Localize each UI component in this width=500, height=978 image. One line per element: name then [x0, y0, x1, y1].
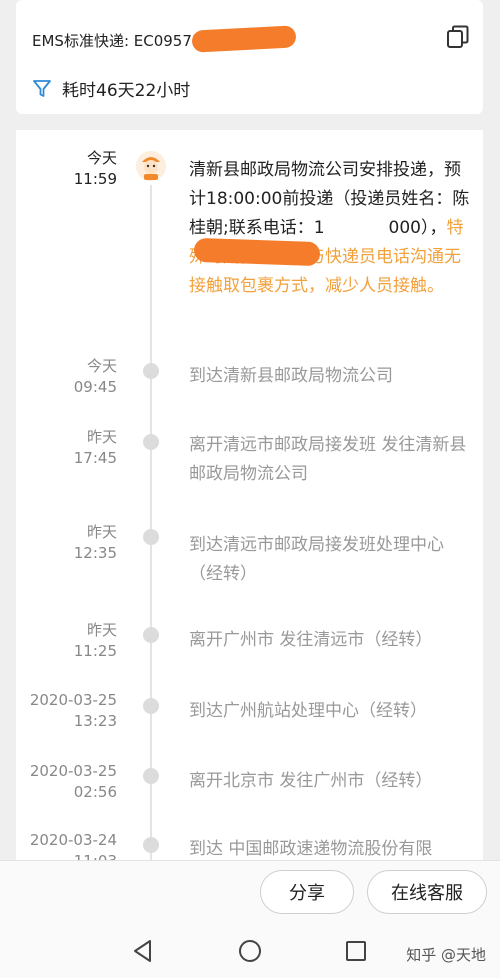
event-date: 昨天 11:25 — [73, 621, 117, 660]
share-button[interactable]: 分享 — [260, 870, 354, 914]
elapsed-time-row: 耗时46天22小时 — [32, 76, 190, 101]
event-description: 到达 中国邮政速递物流股份有限 — [189, 839, 433, 859]
event-date: 2020-03-25 02:56 — [29, 762, 117, 801]
event-date: 2020-03-24 11:03 — [29, 831, 117, 860]
home-icon[interactable] — [237, 938, 263, 964]
event-date: 2020-03-25 13:23 — [29, 691, 117, 730]
system-nav-bar: 知乎 @天地 — [0, 924, 500, 978]
event-description: 到达清远市邮政局接发班处理中心（经转） — [189, 535, 444, 584]
redaction-mark — [193, 237, 321, 267]
event-date: 昨天 12:35 — [73, 523, 117, 562]
event-description: 离开北京市 发往广州市（经转） — [189, 771, 433, 791]
back-icon[interactable] — [130, 938, 156, 964]
timeline-dot — [143, 529, 159, 545]
recents-icon[interactable] — [343, 938, 369, 964]
event-description: 清新县邮政局物流公司安排投递，预计18:00:00前投递（投递员姓名：陈桂朝;联… — [189, 160, 470, 296]
watermark: 知乎 @天地 — [406, 946, 486, 964]
timeline-dot — [143, 627, 159, 643]
online-service-button[interactable]: 在线客服 — [367, 870, 487, 914]
timeline-connector — [150, 185, 152, 860]
timeline-dot — [143, 363, 159, 379]
filter-icon — [33, 79, 51, 97]
event-description: 到达广州航站处理中心（经转） — [189, 701, 427, 721]
event-description: 离开广州市 发往清远市（经转） — [189, 630, 433, 650]
copy-icon[interactable] — [445, 24, 471, 50]
courier-icon — [136, 151, 166, 181]
event-date: 今天 11:59 — [73, 149, 117, 188]
event-date: 昨天 17:45 — [73, 428, 117, 467]
tracking-prefix: EMS标准快递: EC09575 — [32, 32, 202, 50]
timeline-dot — [143, 434, 159, 450]
shipment-header-card: EMS标准快递: EC09575HK 耗时46天22小时 — [16, 0, 483, 114]
elapsed-time-label: 耗时46天22小时 — [62, 81, 191, 101]
tracking-timeline: 今天 11:59 清新县邮政局物流公司安排投递，预计18:00:00前投递（投递… — [16, 130, 483, 860]
action-bar: 分享 在线客服 — [0, 860, 500, 925]
event-description: 到达清新县邮政局物流公司 — [189, 366, 393, 386]
timeline-dot — [143, 768, 159, 784]
event-date: 今天 09:45 — [73, 357, 117, 396]
timeline-dot — [143, 698, 159, 714]
event-description: 离开清远市邮政局接发班 发往清新县邮政局物流公司 — [189, 435, 467, 484]
timeline-dot — [143, 837, 159, 853]
